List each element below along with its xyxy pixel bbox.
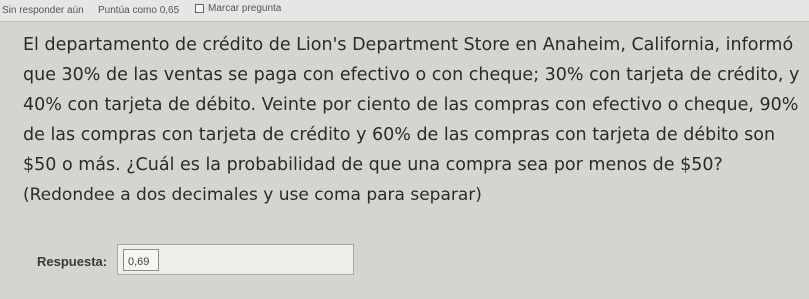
question-instruction: (Redondee a dos decimales y use coma par… <box>23 185 482 205</box>
answer-label: Respuesta: <box>37 254 108 269</box>
question-line: 40% con tarjeta de débito. Veinte por ci… <box>23 95 799 115</box>
question-status: Sin responder aún <box>2 5 84 16</box>
question-line: El departamento de crédito de Lion's Dep… <box>23 35 794 55</box>
question-text: El departamento de crédito de Lion's Dep… <box>23 30 803 180</box>
flag-question-label: Marcar pregunta <box>208 3 282 14</box>
question-line: de las compras con tarjeta de crédito y … <box>23 125 776 145</box>
question-line: que 30% de las ventas se paga con efecti… <box>23 65 800 85</box>
answer-input[interactable] <box>124 252 158 272</box>
question-info-bar: Sin responder aún Puntúa como 0,65 Marca… <box>0 0 809 22</box>
flag-checkbox-icon <box>195 4 204 13</box>
answer-row: Respuesta: <box>37 244 354 275</box>
answer-field-border <box>123 249 159 272</box>
question-line: $50 o más. ¿Cuál es la probabilidad de q… <box>23 155 723 175</box>
answer-container <box>117 244 354 275</box>
question-points: Puntúa como 0,65 <box>98 5 180 16</box>
flag-question-button[interactable]: Marcar pregunta <box>195 3 281 14</box>
